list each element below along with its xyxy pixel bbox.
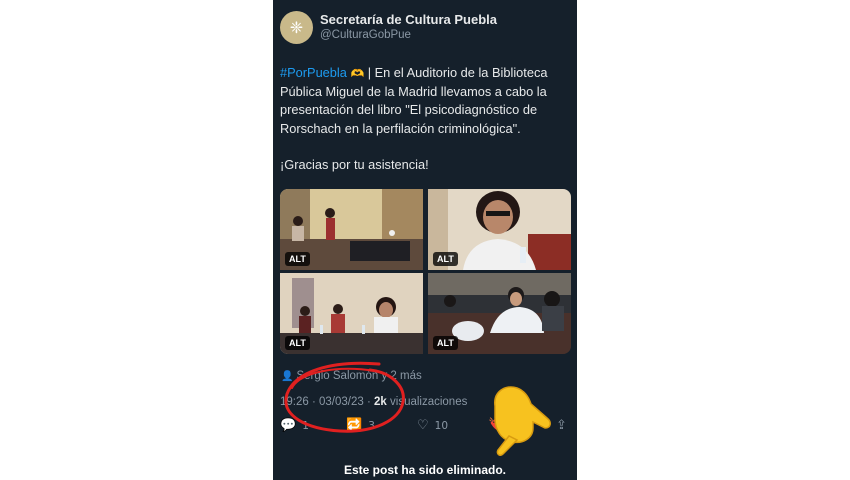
- photo-speaker-closeup[interactable]: ALT: [428, 189, 571, 270]
- post-meta: 19:26 · 03/03/23 · 2k visualizaciones: [280, 396, 468, 408]
- post-text: #PorPuebla 🫶 | En el Auditorio de la Bib…: [280, 64, 572, 174]
- alt-badge[interactable]: ALT: [433, 336, 458, 350]
- person-icon: 👤: [281, 371, 294, 382]
- tagged-people-label: Sergio Salomón y 2 más: [296, 370, 422, 382]
- repost-button[interactable]: 🔁 3: [346, 418, 375, 433]
- like-button[interactable]: ♡ 10: [417, 418, 448, 433]
- share-icon: ⇪: [556, 418, 567, 433]
- pointing-hand-icon: [494, 386, 551, 456]
- alt-badge[interactable]: ALT: [285, 252, 310, 266]
- reply-icon: 💬: [280, 418, 297, 433]
- reply-count: 1: [302, 419, 309, 432]
- hashtag-link[interactable]: #PorPuebla: [280, 65, 347, 80]
- post-date[interactable]: 03/03/23: [319, 396, 364, 408]
- author-handle[interactable]: @CulturaGobPue: [320, 29, 411, 41]
- views-label: visualizaciones: [386, 396, 468, 408]
- photo-audience[interactable]: ALT: [428, 273, 571, 354]
- deleted-notice: Este post ha sido eliminado.: [343, 463, 507, 477]
- tagged-people[interactable]: 👤 Sergio Salomón y 2 más: [281, 370, 422, 382]
- post-thanks: ¡Gracias por tu asistencia!: [280, 156, 429, 172]
- post-time[interactable]: 19:26: [280, 396, 309, 408]
- share-button[interactable]: ⇪: [556, 418, 567, 433]
- like-count: 10: [434, 419, 449, 432]
- reply-button[interactable]: 💬 1: [280, 418, 309, 433]
- like-icon: ♡: [417, 418, 429, 433]
- views-count: 2k: [374, 396, 387, 408]
- heart-hands-emoji: 🫶: [350, 67, 365, 80]
- author-name[interactable]: Secretaría de Cultura Puebla: [320, 12, 497, 27]
- post-body: #PorPuebla 🫶 | En el Auditorio de la Bib…: [280, 64, 572, 138]
- avatar[interactable]: ❈: [280, 11, 313, 44]
- alt-badge[interactable]: ALT: [285, 336, 310, 350]
- repost-icon: 🔁: [346, 418, 363, 433]
- photo-stage-speaker[interactable]: ALT: [280, 189, 423, 270]
- repost-count: 3: [368, 419, 375, 432]
- alt-badge[interactable]: ALT: [433, 252, 458, 266]
- media-grid: ALT ALT ALT ALT: [280, 189, 571, 354]
- photo-panel-table[interactable]: ALT: [280, 273, 423, 354]
